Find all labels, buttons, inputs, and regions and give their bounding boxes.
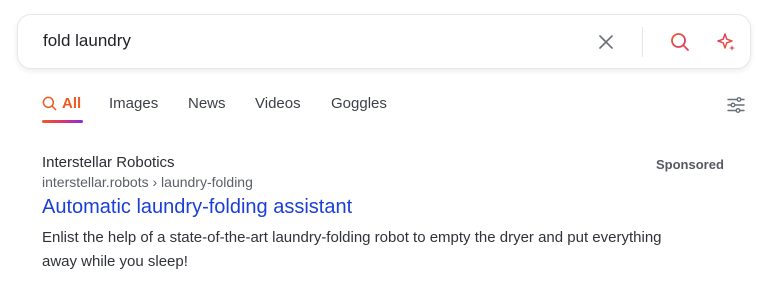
ai-answer-button[interactable] <box>714 30 738 54</box>
sliders-icon <box>727 97 745 113</box>
tab-images[interactable]: Images <box>109 95 158 112</box>
search-result: Interstellar Robotics interstellar.robot… <box>42 154 732 274</box>
search-icon <box>42 96 57 111</box>
tab-news[interactable]: News <box>188 95 226 112</box>
divider <box>642 27 643 57</box>
tab-goggles[interactable]: Goggles <box>331 95 387 112</box>
tab-all-label: All <box>62 95 82 112</box>
search-settings-button[interactable] <box>727 96 745 114</box>
result-title-link[interactable]: Automatic laundry-folding assistant <box>42 196 352 219</box>
tab-videos[interactable]: Videos <box>255 95 301 112</box>
search-button[interactable] <box>668 30 692 54</box>
clear-search-button[interactable] <box>596 32 616 52</box>
result-url[interactable]: interstellar.robots › laundry-folding <box>42 174 732 190</box>
search-bar: fold laundry <box>17 14 751 69</box>
sparkle-icon <box>717 33 735 51</box>
search-icon <box>671 33 689 51</box>
tab-all[interactable]: All <box>42 95 81 112</box>
result-site-name: Interstellar Robotics <box>42 154 175 171</box>
close-icon <box>599 35 613 49</box>
result-snippet: Enlist the help of a state-of-the-art la… <box>42 229 662 270</box>
active-tab-indicator <box>42 120 83 123</box>
search-input[interactable]: fold laundry <box>43 31 131 51</box>
